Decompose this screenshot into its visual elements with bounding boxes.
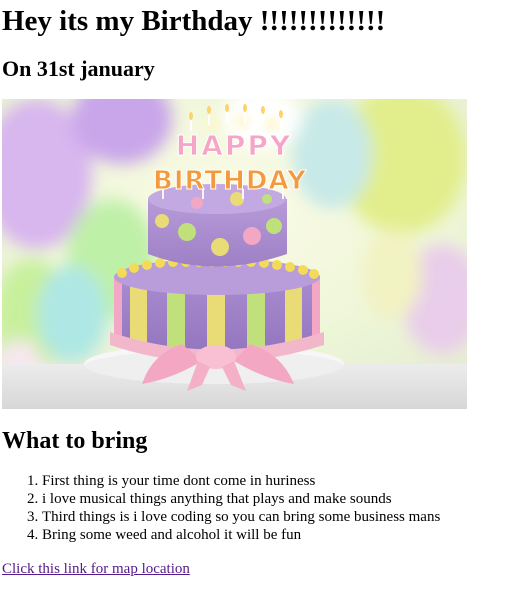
cake-sign-birthday: BIRTHDAY — [153, 166, 307, 196]
bring-list: First thing is your time dont come in hu… — [2, 472, 518, 544]
list-item: First thing is your time dont come in hu… — [42, 472, 518, 490]
list-item: Bring some weed and alcohol it will be f… — [42, 526, 518, 544]
birthday-cake-image: HAPPY BIRTHDAY — [2, 99, 467, 409]
list-item: Third things is i love coding so you can… — [42, 508, 518, 526]
cake-sign-happy: HAPPY — [176, 129, 292, 162]
page-title: Hey its my Birthday !!!!!!!!!!!!! — [2, 5, 386, 37]
date-heading: On 31st january — [2, 56, 155, 81]
list-item: i love musical things anything that play… — [42, 490, 518, 508]
map-location-link[interactable]: Click this link for map location — [2, 560, 190, 578]
what-to-bring-heading: What to bring — [2, 428, 148, 454]
page-content: Hey its my Birthday !!!!!!!!!!!!! On 31s… — [0, 0, 520, 578]
